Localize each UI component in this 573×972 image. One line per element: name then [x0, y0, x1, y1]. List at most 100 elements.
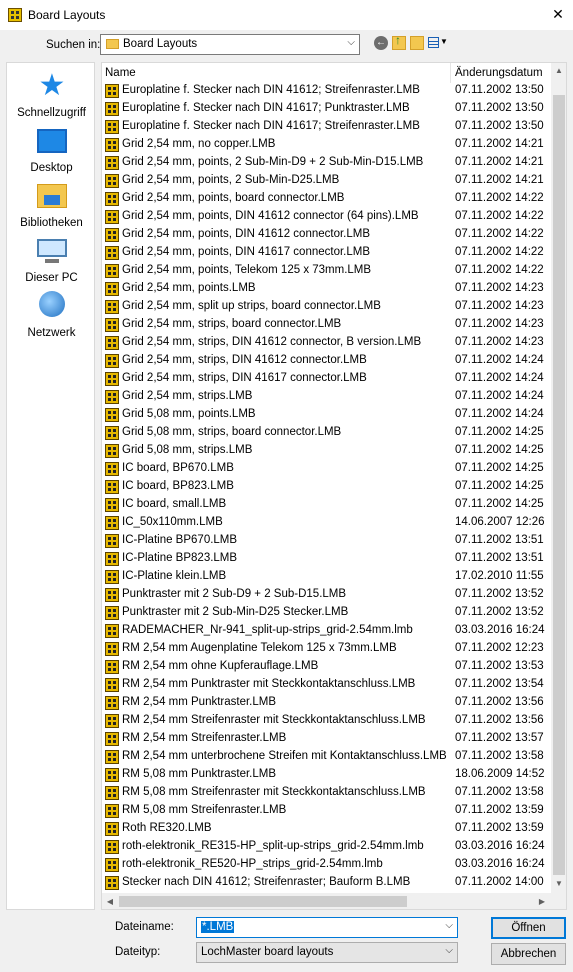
file-row[interactable]: Grid 2,54 mm, points, DIN 41612 connecto…: [102, 208, 551, 226]
file-row[interactable]: Europlatine f. Stecker nach DIN 41617; P…: [102, 100, 551, 118]
vertical-scroll-thumb[interactable]: [553, 95, 565, 875]
file-name: Grid 2,54 mm, points, board connector.LM…: [122, 192, 345, 204]
file-date: 07.11.2002 14:24: [455, 408, 544, 420]
scroll-right-icon[interactable]: ▶: [534, 893, 550, 909]
lmb-file-icon: [105, 750, 119, 764]
file-row[interactable]: RM 2,54 mm Streifenraster mit Steckkonta…: [102, 712, 551, 730]
file-date: 07.11.2002 13:59: [455, 804, 544, 816]
filename-label: Dateiname:: [115, 921, 174, 933]
file-date: 07.11.2002 14:22: [455, 192, 544, 204]
file-row[interactable]: RM 5,08 mm Streifenraster mit Steckkonta…: [102, 784, 551, 802]
file-name: RADEMACHER_Nr-941_split-up-strips_grid-2…: [122, 624, 413, 636]
file-row[interactable]: Grid 5,08 mm, strips, board connector.LM…: [102, 424, 551, 442]
file-row[interactable]: Grid 2,54 mm, strips, board connector.LM…: [102, 316, 551, 334]
file-row[interactable]: Grid 2,54 mm, points, DIN 41617 connecto…: [102, 244, 551, 262]
file-row[interactable]: Grid 5,08 mm, strips.LMB 07.11.2002 14:25: [102, 442, 551, 460]
file-row[interactable]: Grid 2,54 mm, points, DIN 41612 connecto…: [102, 226, 551, 244]
file-row[interactable]: Grid 2,54 mm, points, board connector.LM…: [102, 190, 551, 208]
horizontal-scrollbar[interactable]: ◀ ▶: [102, 893, 551, 909]
file-row[interactable]: Roth RE320.LMB 07.11.2002 13:59: [102, 820, 551, 838]
file-row[interactable]: IC_50x110mm.LMB 14.06.2007 12:26: [102, 514, 551, 532]
places-bar: ★ Schnellzugriff Desktop Bibliotheken Di…: [6, 62, 95, 910]
title-bar: Board Layouts ✕: [0, 0, 573, 30]
file-row[interactable]: IC-Platine BP823.LMB 07.11.2002 13:51: [102, 550, 551, 568]
column-divider[interactable]: [450, 63, 451, 83]
file-row[interactable]: RM 2,54 mm Punktraster.LMB 07.11.2002 13:…: [102, 694, 551, 712]
file-row[interactable]: RM 2,54 mm unterbrochene Streifen mit Ko…: [102, 748, 551, 766]
file-row[interactable]: RM 5,08 mm Punktraster.LMB 18.06.2009 14:…: [102, 766, 551, 784]
file-row[interactable]: roth-elektronik_RE315-HP_split-up-strips…: [102, 838, 551, 856]
file-row[interactable]: Grid 2,54 mm, split up strips, board con…: [102, 298, 551, 316]
file-date: 17.02.2010 11:55: [455, 570, 544, 582]
file-name: Grid 5,08 mm, strips.LMB: [122, 444, 253, 456]
back-icon[interactable]: ←: [374, 36, 388, 50]
chevron-down-icon[interactable]: ⌵: [445, 920, 453, 931]
file-row[interactable]: IC-Platine klein.LMB 17.02.2010 11:55: [102, 568, 551, 586]
file-row[interactable]: RM 2,54 mm Punktraster mit Steckkontakta…: [102, 676, 551, 694]
file-date: 07.11.2002 13:56: [455, 696, 544, 708]
file-row[interactable]: Punktraster mit 2 Sub-D9 + 2 Sub-D15.LMB…: [102, 586, 551, 604]
file-row[interactable]: RM 5,08 mm Streifenraster.LMB 07.11.2002 …: [102, 802, 551, 820]
horizontal-scroll-thumb[interactable]: [119, 896, 407, 907]
up-folder-icon[interactable]: [392, 33, 406, 50]
lookin-label: Suchen in:: [46, 39, 101, 51]
lmb-file-icon: [105, 498, 119, 512]
file-list[interactable]: Name Änderungsdatum Europlatine f. Steck…: [101, 62, 567, 910]
file-name: roth-elektronik_RE315-HP_split-up-strips…: [122, 840, 424, 852]
file-row[interactable]: RM 2,54 mm Augenplatine Telekom 125 x 73…: [102, 640, 551, 658]
filename-field[interactable]: *.LMB ⌵: [196, 917, 458, 938]
close-button[interactable]: ✕: [543, 0, 573, 30]
list-header: Name Änderungsdatum: [102, 63, 551, 83]
scroll-left-icon[interactable]: ◀: [102, 893, 118, 909]
view-menu-icon[interactable]: ▼: [428, 36, 448, 50]
file-row[interactable]: RM 2,54 mm Streifenraster.LMB 07.11.2002 …: [102, 730, 551, 748]
file-row[interactable]: Grid 2,54 mm, strips.LMB 07.11.2002 14:24: [102, 388, 551, 406]
file-name: RM 2,54 mm Punktraster mit Steckkontakta…: [122, 678, 416, 690]
file-date: 07.11.2002 13:51: [455, 552, 544, 564]
vertical-scrollbar[interactable]: ▲ ▼: [551, 63, 566, 893]
file-row[interactable]: RM 2,54 mm ohne Kupferauflage.LMB 07.11.2…: [102, 658, 551, 676]
file-row[interactable]: IC board, BP823.LMB 07.11.2002 14:25: [102, 478, 551, 496]
new-folder-icon[interactable]: [410, 36, 424, 50]
column-header-date[interactable]: Änderungsdatum: [455, 67, 543, 79]
lmb-file-icon: [105, 804, 119, 818]
file-date: 03.03.2016 16:24: [455, 858, 545, 870]
scroll-up-icon[interactable]: ▲: [551, 63, 566, 79]
file-row[interactable]: Grid 2,54 mm, points, Telekom 125 x 73mm…: [102, 262, 551, 280]
file-row[interactable]: IC-Platine BP670.LMB 07.11.2002 13:51: [102, 532, 551, 550]
file-row[interactable]: IC board, BP670.LMB 07.11.2002 14:25: [102, 460, 551, 478]
file-row[interactable]: IC board, small.LMB 07.11.2002 14:25: [102, 496, 551, 514]
file-row[interactable]: Punktraster mit 2 Sub-Min-D25 Stecker.LM…: [102, 604, 551, 622]
file-row[interactable]: roth-elektronik_RE520-HP_strips_grid-2.5…: [102, 856, 551, 874]
cancel-button[interactable]: Abbrechen: [491, 943, 566, 965]
file-name: Grid 2,54 mm, points, DIN 41617 connecto…: [122, 246, 371, 258]
file-date: 07.11.2002 14:25: [455, 480, 544, 492]
column-header-name[interactable]: Name: [105, 67, 136, 79]
file-name: IC_50x110mm.LMB: [122, 516, 223, 528]
file-row[interactable]: Grid 5,08 mm, points.LMB 07.11.2002 14:24: [102, 406, 551, 424]
file-row[interactable]: RADEMACHER_Nr-941_split-up-strips_grid-2…: [102, 622, 551, 640]
file-row[interactable]: Grid 2,54 mm, strips, DIN 41612 connecto…: [102, 334, 551, 352]
file-name: Grid 2,54 mm, points.LMB: [122, 282, 256, 294]
filetype-dropdown[interactable]: LochMaster board layouts ⌵: [196, 942, 458, 963]
lookin-dropdown[interactable]: Board Layouts ⌵: [100, 34, 360, 55]
file-row[interactable]: Stecker nach DIN 41612; Streifenraster; …: [102, 874, 551, 892]
lmb-file-icon: [105, 678, 119, 692]
open-button[interactable]: Öffnen: [491, 917, 566, 939]
lmb-file-icon: [105, 84, 119, 98]
file-date: 07.11.2002 13:58: [455, 750, 544, 762]
file-name: RM 2,54 mm ohne Kupferauflage.LMB: [122, 660, 319, 672]
file-row[interactable]: Grid 2,54 mm, strips, DIN 41617 connecto…: [102, 370, 551, 388]
file-row[interactable]: Grid 2,54 mm, strips, DIN 41612 connecto…: [102, 352, 551, 370]
file-row[interactable]: Grid 2,54 mm, points.LMB 07.11.2002 14:23: [102, 280, 551, 298]
file-row[interactable]: Grid 2,54 mm, no copper.LMB 07.11.2002 14…: [102, 136, 551, 154]
file-date: 07.11.2002 14:25: [455, 498, 544, 510]
file-name: Grid 2,54 mm, points, 2 Sub-Min-D25.LMB: [122, 174, 340, 186]
lmb-file-icon: [105, 786, 119, 800]
file-row[interactable]: Grid 2,54 mm, points, 2 Sub-Min-D25.LMB 0…: [102, 172, 551, 190]
file-row[interactable]: Europlatine f. Stecker nach DIN 41617; S…: [102, 118, 551, 136]
file-row[interactable]: Europlatine f. Stecker nach DIN 41612; S…: [102, 82, 551, 100]
lmb-file-icon: [105, 300, 119, 314]
file-row[interactable]: Grid 2,54 mm, points, 2 Sub-Min-D9 + 2 S…: [102, 154, 551, 172]
scroll-down-icon[interactable]: ▼: [551, 876, 566, 892]
